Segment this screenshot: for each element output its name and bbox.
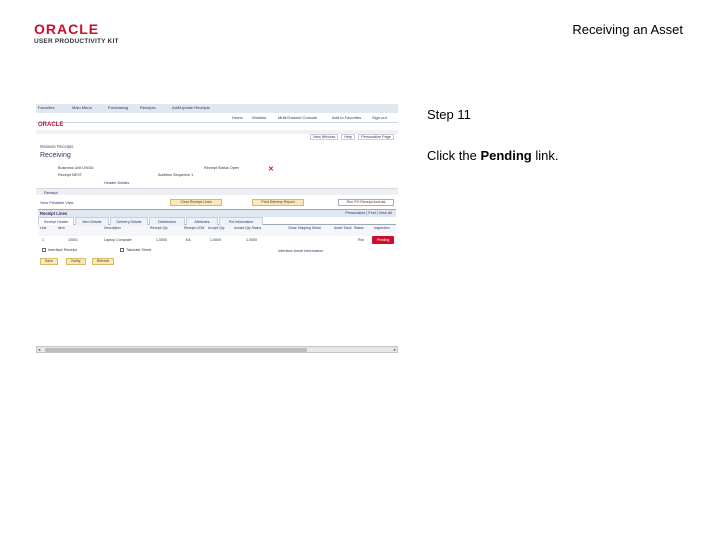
cell-line: 1 bbox=[42, 238, 44, 242]
cell-receipt-qty: 1.0000 bbox=[156, 238, 167, 242]
col-header: Receipt Qty bbox=[150, 226, 168, 230]
logo-subtitle: USER PRODUCTIVITY KIT bbox=[34, 38, 119, 45]
grid-tabs: Receipt Details Item Details Delivery De… bbox=[38, 217, 396, 225]
col-header: Serial bbox=[312, 226, 321, 230]
cell-description: Laptop Computer bbox=[104, 238, 132, 242]
col-header: Accept Qty bbox=[208, 226, 225, 230]
scroll-thumb[interactable] bbox=[45, 348, 307, 352]
header-details-link[interactable]: Header Details bbox=[104, 181, 129, 185]
address-field: Address Sequence 1 bbox=[158, 173, 194, 177]
tab-distribution[interactable]: Distribution bbox=[149, 217, 185, 225]
col-header: Receipt UOM bbox=[184, 226, 205, 230]
oracle-upk-logo: ORACLE USER PRODUCTIVITY KIT bbox=[34, 21, 134, 45]
section-label: Receipt bbox=[44, 190, 58, 195]
checkbox-label: Interface Receipt bbox=[48, 248, 77, 252]
breadcrumb[interactable]: Maintain Receipts bbox=[40, 144, 73, 149]
nav-link[interactable]: Worklist bbox=[252, 115, 266, 120]
page-heading: Receiving bbox=[40, 152, 71, 159]
menu-item[interactable]: Add/Update Receipts bbox=[172, 105, 210, 110]
col-header: Accept Qty Status bbox=[234, 226, 262, 230]
notify-button[interactable]: Notify bbox=[66, 258, 86, 265]
instruction-text: Click the Pending link. bbox=[427, 148, 558, 163]
instruction-link-text: Pending bbox=[480, 148, 532, 163]
logo-brand: ORACLE bbox=[34, 21, 100, 37]
scroll-right-icon[interactable]: ▸ bbox=[394, 347, 396, 353]
receipt-section: Receipt bbox=[36, 188, 398, 195]
nav-link[interactable]: MultiChannel Console bbox=[278, 115, 317, 120]
print-delivery-button[interactable]: Print Delivery Report bbox=[252, 199, 304, 206]
cell-status: Rcv bbox=[358, 238, 365, 242]
receipt-no-field: Receipt NEXT bbox=[58, 173, 83, 177]
tab-attributes[interactable]: Attributes bbox=[186, 217, 218, 225]
cell-accept-status: 1.0000 bbox=[246, 238, 257, 242]
tab-delivery-details[interactable]: Delivery Details bbox=[110, 217, 148, 225]
nav-link[interactable]: Sign out bbox=[372, 115, 387, 120]
menu-item[interactable]: Main Menu bbox=[72, 105, 92, 110]
receipt-status-field: Receipt Status Open bbox=[204, 166, 240, 170]
cell-item: 10001 bbox=[68, 238, 78, 242]
cell-uom: EA bbox=[186, 238, 191, 242]
grid-nav[interactable]: Personalize | Find | View All bbox=[345, 211, 392, 215]
delete-icon[interactable]: ✕ bbox=[268, 165, 274, 173]
col-header: Status bbox=[354, 226, 364, 230]
help-link[interactable]: Help bbox=[341, 134, 356, 140]
menu-item[interactable]: Purchasing bbox=[108, 105, 128, 110]
tab-put-information[interactable]: Put Information bbox=[219, 217, 263, 225]
col-header: Line bbox=[40, 226, 47, 230]
personalize-link[interactable]: Personalize Page bbox=[358, 134, 394, 140]
grid-title: Receipt Lines bbox=[40, 211, 68, 216]
nav-link[interactable]: Home bbox=[232, 115, 243, 120]
cell-accept-qty: 1.0000 bbox=[210, 238, 221, 242]
horizontal-scrollbar[interactable]: ◂ ▸ bbox=[36, 346, 398, 353]
tab-receipt-details[interactable]: Receipt Details bbox=[38, 217, 74, 225]
grid-column-headers: Line Item Description Receipt Qty Receip… bbox=[38, 225, 396, 236]
save-button[interactable]: Save bbox=[40, 258, 58, 265]
instruction-after: link. bbox=[531, 148, 559, 163]
menu-item[interactable]: Receipts bbox=[140, 105, 156, 110]
col-header: Close Shipping bbox=[288, 226, 311, 230]
nav-bar: Home Worklist MultiChannel Console Add t… bbox=[36, 113, 398, 123]
asset-info-link[interactable]: Interface Asset Information bbox=[278, 249, 323, 253]
step-label: Step 11 bbox=[427, 107, 471, 122]
tab-item-details[interactable]: Item Details bbox=[75, 217, 109, 225]
col-header: Item bbox=[58, 226, 65, 230]
interface-receipt-checkbox[interactable]: Interface Receipt bbox=[42, 248, 77, 252]
pending-link[interactable]: Pending bbox=[372, 236, 394, 244]
page-title: Receiving an Asset bbox=[572, 22, 683, 37]
checkbox-label: Tabulate Sheet bbox=[126, 248, 152, 252]
embedded-screenshot: Favorites Main Menu Purchasing Receipts … bbox=[36, 104, 398, 354]
table-row: 1 10001 Laptop Computer 1.0000 EA 1.0000… bbox=[38, 236, 396, 245]
nav-link[interactable]: Add to Favorites bbox=[332, 115, 361, 120]
business-unit-field: Business Unit US001 bbox=[58, 166, 94, 170]
new-window-link[interactable]: New Window bbox=[310, 134, 339, 140]
refresh-button[interactable]: Refresh bbox=[92, 258, 114, 265]
col-header: Inspection bbox=[374, 226, 390, 230]
menu-bar: Favorites Main Menu Purchasing Receipts … bbox=[36, 104, 398, 113]
view-printable-link[interactable]: View Printable View bbox=[40, 201, 73, 205]
scroll-left-icon[interactable]: ◂ bbox=[38, 347, 40, 353]
grid-header: Receipt Lines Personalize | Find | View … bbox=[38, 209, 396, 217]
col-header: Description bbox=[104, 226, 121, 230]
oracle-logo: ORACLE bbox=[38, 122, 64, 128]
col-header: Asset Track bbox=[334, 226, 352, 230]
menu-item[interactable]: Favorites bbox=[38, 105, 54, 110]
run-accrual-button[interactable]: Run PO Receipt Accrual bbox=[338, 199, 394, 206]
top-links: New Window Help Personalize Page bbox=[308, 134, 394, 140]
instruction-before: Click the bbox=[427, 148, 481, 163]
clear-lines-button[interactable]: Clear Receipt Lines bbox=[170, 199, 222, 206]
tabulate-sheet-checkbox[interactable]: Tabulate Sheet bbox=[120, 248, 151, 252]
